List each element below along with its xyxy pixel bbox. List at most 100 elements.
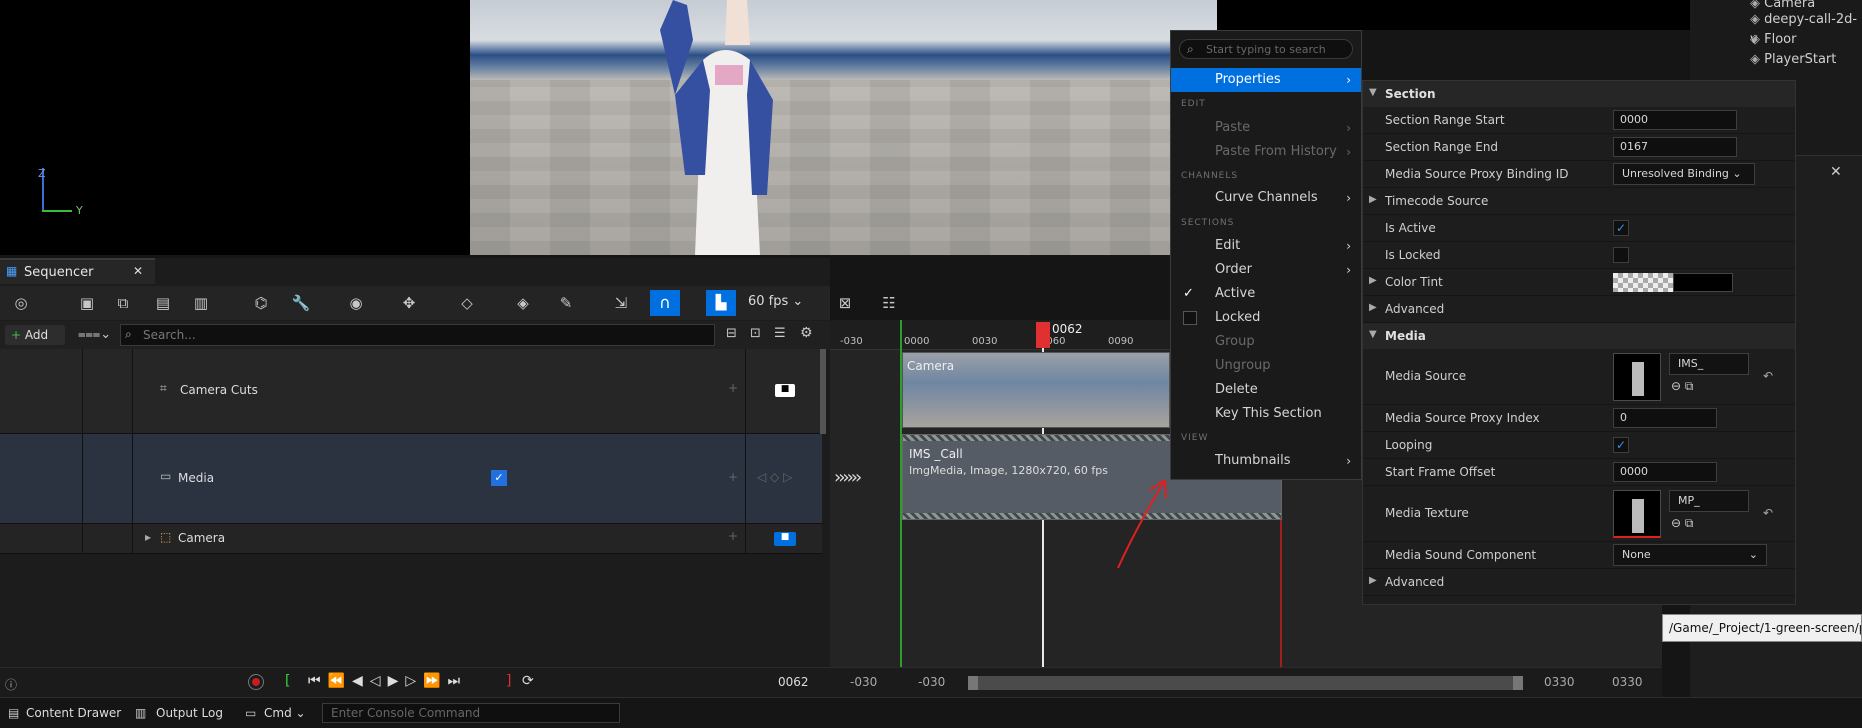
- prop-row[interactable]: ▶ Advanced: [1363, 296, 1795, 323]
- track-row-camera-cuts[interactable]: Camera Cuts ⌗ + ■: [0, 349, 822, 434]
- add-button[interactable]: + Add: [5, 325, 65, 345]
- browse-icon[interactable]: ⊖ ⧉: [1671, 379, 1693, 394]
- transport-controls[interactable]: ⏮⏪◀◁▶▷⏩⏭: [308, 673, 467, 689]
- color-swatch[interactable]: [1613, 273, 1673, 292]
- add-key-icon[interactable]: +: [728, 470, 738, 484]
- add-key-icon[interactable]: +: [728, 381, 738, 395]
- key-icon[interactable]: ◇: [456, 293, 478, 313]
- current-frame[interactable]: 0062: [778, 675, 809, 689]
- prop-row[interactable]: ▶ Advanced: [1363, 569, 1795, 596]
- camera-section[interactable]: Camera: [902, 352, 1170, 428]
- record-icon[interactable]: [248, 674, 264, 690]
- outliner-item[interactable]: ◈ Floor: [1750, 30, 1796, 50]
- expand-icon[interactable]: ⊡: [750, 326, 761, 341]
- loop-icon[interactable]: ⟳: [522, 673, 534, 689]
- close-icon[interactable]: ✕: [133, 264, 143, 278]
- expand-arrow-icon[interactable]: ▶: [1369, 194, 1377, 205]
- track-row-media[interactable]: ▭ Media ✓ + ◁ ◇ ▷: [0, 434, 822, 524]
- range-end-input[interactable]: 0167: [1613, 137, 1737, 157]
- menu-item-active[interactable]: ✓ Active: [1171, 282, 1361, 306]
- range-start-input[interactable]: 0000: [1613, 110, 1737, 130]
- track-search-input[interactable]: ⌕ Search...: [120, 324, 715, 346]
- media-texture-dropdown[interactable]: MP_: [1669, 490, 1749, 512]
- output-log-button[interactable]: Output Log: [156, 706, 223, 720]
- outliner-item[interactable]: ◈ PlayerStart: [1750, 50, 1836, 70]
- expand-arrow-icon[interactable]: ▶: [1369, 275, 1377, 286]
- is-active-checkbox[interactable]: ✓: [1613, 220, 1629, 236]
- curve-editor-icon[interactable]: ⊠: [834, 293, 856, 313]
- expand-arrow-icon[interactable]: ▶: [1369, 302, 1377, 313]
- collapse-icon[interactable]: ⊟: [726, 326, 737, 341]
- menu-item-properties[interactable]: Properties ›: [1171, 68, 1361, 92]
- key-nav-icon[interactable]: ◁ ◇ ▷: [757, 470, 792, 484]
- content-drawer-button[interactable]: Content Drawer: [26, 706, 121, 720]
- snap-playhead-icon[interactable]: ▙: [706, 290, 736, 316]
- hierarchy-icon[interactable]: ⌬: [250, 293, 272, 313]
- media-source-dropdown[interactable]: IMS_: [1669, 353, 1749, 375]
- view-range-start[interactable]: -030: [850, 675, 877, 689]
- add-key-icon[interactable]: +: [728, 529, 738, 543]
- play-range-start[interactable]: -030: [918, 675, 945, 689]
- save-as-icon[interactable]: ⧉: [112, 293, 134, 313]
- browse-icon[interactable]: ⊖ ⧉: [1671, 516, 1693, 531]
- eye-icon[interactable]: ◉: [345, 293, 367, 313]
- render-icon[interactable]: ▤: [152, 293, 174, 313]
- proxy-index-input[interactable]: 0: [1613, 408, 1717, 428]
- camera-lock-icon[interactable]: ■: [775, 384, 795, 397]
- reset-icon[interactable]: ↶: [1763, 506, 1773, 520]
- menu-item-locked[interactable]: Locked: [1171, 306, 1361, 330]
- sound-component-dropdown[interactable]: None ⌄: [1613, 544, 1767, 566]
- media-source-thumbnail[interactable]: [1613, 353, 1661, 401]
- magnet-snap-icon[interactable]: ∩: [650, 290, 680, 316]
- set-start-icon[interactable]: [: [285, 673, 290, 689]
- set-end-icon[interactable]: ]: [506, 673, 511, 689]
- proxy-binding-dropdown[interactable]: Unresolved Binding ⌄: [1613, 163, 1755, 185]
- menu-item-edit[interactable]: Edit ›: [1171, 234, 1361, 258]
- outliner-item[interactable]: ◈ deepy-call-2d-v: [1750, 10, 1862, 47]
- media-texture-thumbnail[interactable]: [1613, 490, 1661, 538]
- section-header[interactable]: Section ▼: [1363, 81, 1795, 107]
- menu-item-order[interactable]: Order ›: [1171, 258, 1361, 282]
- close-icon[interactable]: ✕: [1830, 164, 1842, 180]
- pen-icon[interactable]: ✎: [555, 293, 577, 313]
- gear-icon[interactable]: ⚙: [800, 325, 813, 341]
- scrub-icon[interactable]: ⇲: [610, 293, 632, 313]
- diamond-icon[interactable]: ◈: [512, 293, 534, 313]
- cmd-dropdown[interactable]: Cmd ⌄: [264, 706, 306, 720]
- list-icon[interactable]: ☰: [774, 326, 786, 341]
- tab-sequencer[interactable]: ▦ Sequencer ✕: [0, 258, 155, 284]
- section-header[interactable]: Media ▼: [1363, 323, 1795, 349]
- menu-item-curve-channels[interactable]: Curve Channels ›: [1171, 186, 1361, 210]
- start-offset-input[interactable]: 0000: [1613, 462, 1717, 482]
- clapper-icon[interactable]: ▥: [190, 293, 212, 313]
- tree-icon[interactable]: ☷: [878, 293, 900, 313]
- camera-eject-icon[interactable]: ■: [774, 532, 796, 546]
- view-range-end[interactable]: 0330: [1612, 675, 1643, 689]
- playhead-handle[interactable]: [1036, 322, 1050, 348]
- media-active-checkbox[interactable]: ✓: [491, 470, 507, 486]
- filter-icon[interactable]: ⩶⌄: [78, 327, 111, 342]
- fps-dropdown[interactable]: 60 fps ⌄: [748, 294, 803, 309]
- looping-checkbox[interactable]: ✓: [1613, 437, 1629, 453]
- viewport-render[interactable]: [470, 0, 1217, 255]
- reset-icon[interactable]: ↶: [1763, 369, 1773, 383]
- expand-arrow-icon[interactable]: ▸: [145, 530, 151, 544]
- globe-icon[interactable]: ◎: [10, 293, 32, 313]
- track-row-camera[interactable]: ▸ ⬚ Camera + ■: [0, 524, 822, 554]
- wrench-icon[interactable]: 🔧: [290, 293, 312, 313]
- info-icon[interactable]: ⓘ: [5, 676, 17, 693]
- expand-arrow-icon[interactable]: ▶: [1369, 575, 1377, 586]
- play-range-end[interactable]: 0330: [1544, 675, 1575, 689]
- scrollbar[interactable]: [820, 349, 826, 434]
- timeline-scrollbar[interactable]: [968, 676, 1523, 690]
- is-locked-checkbox[interactable]: [1613, 247, 1629, 263]
- prop-row[interactable]: ▶ Timecode Source: [1363, 188, 1795, 215]
- console-input[interactable]: Enter Console Command: [322, 703, 620, 723]
- menu-item-key-section[interactable]: Key This Section: [1171, 402, 1361, 426]
- save-icon[interactable]: ▣: [76, 293, 98, 313]
- color-swatch-alpha[interactable]: [1673, 273, 1733, 292]
- transform-icon[interactable]: ✥: [398, 293, 420, 313]
- menu-search-input[interactable]: ⌕ Start typing to search: [1179, 39, 1353, 59]
- menu-item-thumbnails[interactable]: Thumbnails ›: [1171, 449, 1361, 473]
- menu-item-delete[interactable]: Delete: [1171, 378, 1361, 402]
